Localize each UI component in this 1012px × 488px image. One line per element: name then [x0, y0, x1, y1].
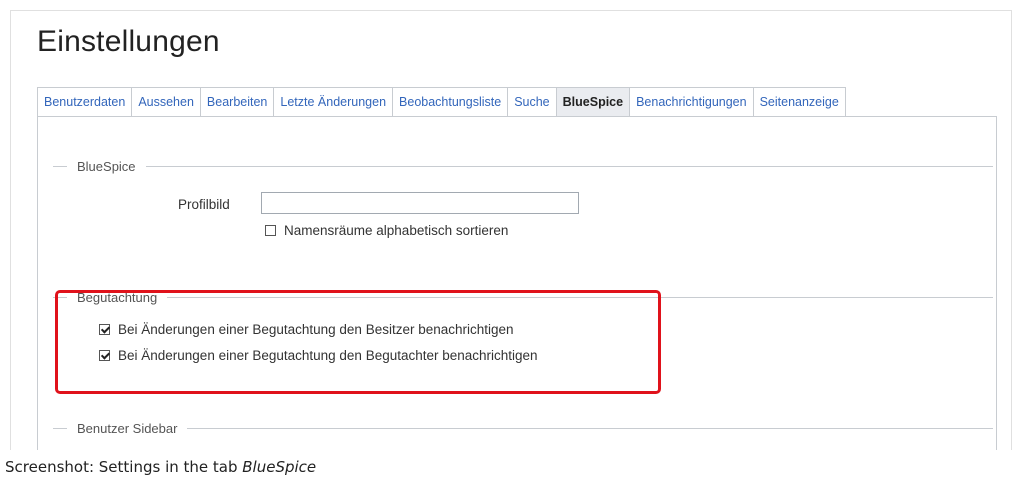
legend-divider	[53, 428, 67, 429]
legend-divider	[53, 297, 67, 298]
tab-suche[interactable]: Suche	[507, 87, 556, 117]
notify-owner-label: Bei Änderungen einer Begutachtung den Be…	[118, 322, 514, 337]
sort-namespaces-label: Namensräume alphabetisch sortieren	[284, 223, 509, 238]
notify-reviewer-checkbox[interactable]	[99, 350, 110, 361]
tab-benutzerdaten[interactable]: Benutzerdaten	[37, 87, 132, 117]
page-title: Einstellungen	[37, 25, 220, 58]
tab-letzte-aenderungen[interactable]: Letzte Änderungen	[273, 87, 393, 117]
caption-emphasis: BlueSpice	[242, 458, 317, 476]
tab-beobachtungsliste[interactable]: Beobachtungsliste	[392, 87, 508, 117]
notify-reviewer-label: Bei Änderungen einer Begutachtung den Be…	[118, 348, 538, 363]
sidebar-fieldset-legend: Benutzer Sidebar	[53, 421, 993, 436]
notify-owner-checkbox[interactable]	[99, 324, 110, 335]
preferences-tabs: Benutzerdaten Aussehen Bearbeiten Letzte…	[37, 87, 846, 117]
legend-divider	[145, 166, 993, 167]
sort-namespaces-checkbox[interactable]	[265, 225, 276, 236]
tab-bluespice[interactable]: BlueSpice	[555, 87, 630, 117]
notify-reviewer-option[interactable]: Bei Änderungen einer Begutachtung den Be…	[99, 348, 538, 363]
caption-prefix: Screenshot: Settings in the tab	[5, 458, 243, 476]
legend-divider	[167, 297, 993, 298]
screenshot-frame: Einstellungen Benutzerdaten Aussehen Bea…	[10, 10, 1012, 450]
review-fieldset-legend: Begutachtung	[53, 290, 993, 305]
profile-image-input[interactable]	[261, 192, 579, 214]
tab-bearbeiten[interactable]: Bearbeiten	[199, 87, 274, 117]
screenshot-caption: Screenshot: Settings in the tab BlueSpic…	[5, 458, 316, 476]
bluespice-legend-text: BlueSpice	[77, 159, 136, 174]
profile-image-label: Profilbild	[178, 197, 230, 212]
legend-divider	[187, 428, 993, 429]
notify-owner-option[interactable]: Bei Änderungen einer Begutachtung den Be…	[99, 322, 514, 337]
tab-aussehen[interactable]: Aussehen	[131, 87, 200, 117]
review-legend-text: Begutachtung	[77, 290, 158, 305]
legend-divider	[53, 166, 67, 167]
tab-benachrichtigungen[interactable]: Benachrichtigungen	[629, 87, 753, 117]
sidebar-legend-text: Benutzer Sidebar	[77, 421, 178, 436]
bluespice-fieldset-legend: BlueSpice	[53, 159, 993, 174]
tab-seitenanzeige[interactable]: Seitenanzeige	[752, 87, 846, 117]
sort-namespaces-option[interactable]: Namensräume alphabetisch sortieren	[265, 223, 508, 238]
